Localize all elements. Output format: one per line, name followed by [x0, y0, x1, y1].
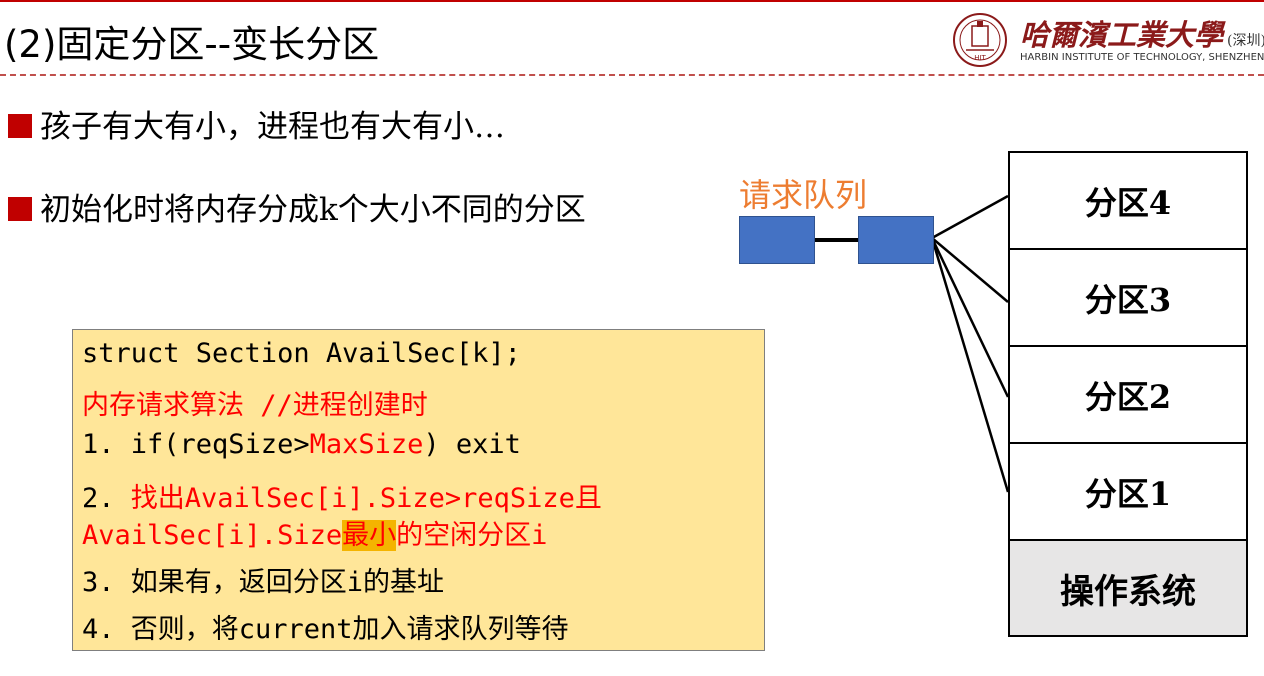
partition-3: 分区3 — [1010, 250, 1246, 347]
partition-4: 分区4 — [1010, 153, 1246, 250]
os-partition: 操作系统 — [1010, 541, 1246, 637]
partition-1: 分区1 — [1010, 444, 1246, 541]
code-line: 1. if(reqSize>MaxSize) exit — [82, 429, 521, 460]
code-line: struct Section AvailSec[k]; — [82, 338, 521, 369]
partition-2: 分区2 — [1010, 347, 1246, 444]
code-line: 3. 如果有，返回分区i的基址 — [82, 567, 445, 598]
code-text-red: 找出AvailSec[i].Size>reqSize且 — [130, 483, 602, 514]
queue-node — [739, 216, 815, 264]
code-text-red: 的空闲分区i — [396, 520, 548, 551]
code-text-red: MaxSize — [309, 429, 424, 460]
code-text: 2. — [82, 483, 131, 514]
memory-partitions: 分区4 分区3 分区2 分区1 操作系统 — [1008, 151, 1248, 637]
queue-node — [858, 216, 934, 264]
code-text: ) exit — [423, 429, 521, 460]
code-text: 1. if(reqSize> — [82, 429, 310, 460]
code-line: 2. 找出AvailSec[i].Size>reqSize且 — [82, 476, 602, 515]
code-text-red: AvailSec[i].Size — [82, 520, 343, 551]
code-line: AvailSec[i].Size最小的空闲分区i — [82, 513, 547, 552]
code-line: 4. 否则，将current加入请求队列等待 — [82, 614, 569, 645]
code-line: 内存请求算法 //进程创建时 — [82, 390, 428, 421]
highlighted-text: 最小 — [342, 520, 397, 551]
code-block: struct Section AvailSec[k]; 内存请求算法 //进程创… — [72, 329, 765, 651]
